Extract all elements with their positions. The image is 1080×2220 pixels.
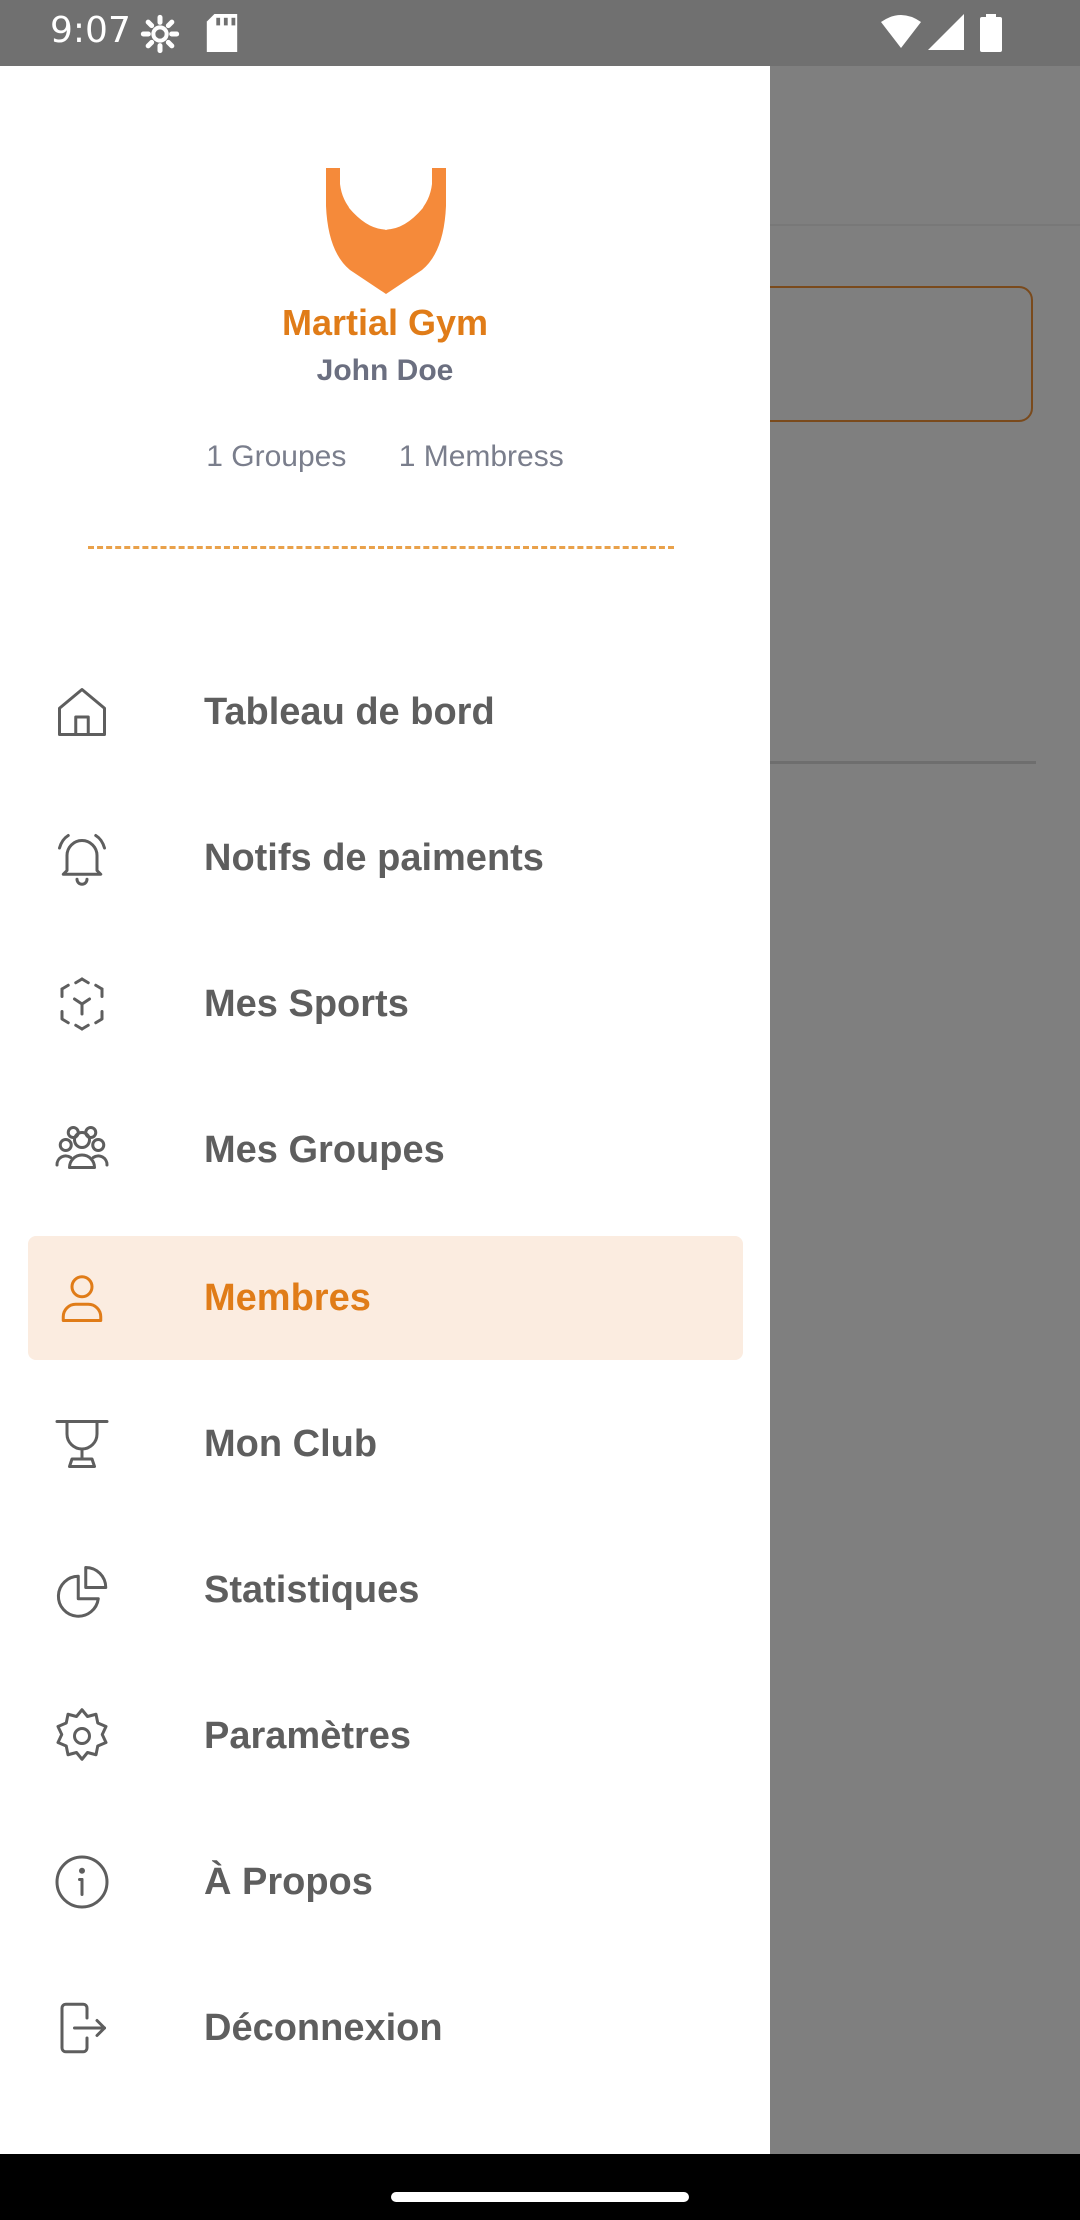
info-icon [55, 1855, 109, 1909]
home-icon [58, 688, 106, 736]
menu-label: Notifs de paiments [204, 837, 544, 879]
groups-count: 1 Groupes [206, 440, 347, 473]
menu-item-tableau-de-bord[interactable]: Tableau de bord [28, 650, 743, 774]
menu-label: Statistiques [204, 1569, 420, 1611]
navigation-drawer: Martial Gym John Doe 1 Groupes 1 Membres… [0, 66, 770, 2154]
club-stats: 1 Groupes 1 Membress [0, 440, 770, 474]
menu-item-mon-club[interactable]: Mon Club [28, 1382, 743, 1506]
menu-item-mes-groupes[interactable]: Mes Groupes [28, 1088, 743, 1212]
menu-item-membres[interactable]: Membres [28, 1236, 743, 1360]
trophy-icon [55, 1420, 109, 1468]
system-navigation-bar [0, 2154, 1080, 2220]
user-icon [61, 1275, 103, 1322]
menu-label: Membres [204, 1277, 371, 1319]
menu-item-notifs-de-paiments[interactable]: Notifs de paiments [28, 796, 743, 920]
menu-item-mes-sports[interactable]: Mes Sports [28, 942, 743, 1066]
background-divider [770, 761, 1036, 764]
menu-item-deconnexion[interactable]: Déconnexion [28, 1966, 743, 2090]
dashed-divider [88, 546, 674, 549]
battery-icon [980, 14, 1002, 52]
user-name: John Doe [316, 354, 454, 387]
groups-icon [55, 1126, 109, 1169]
menu-label: Tableau de bord [204, 691, 495, 733]
menu-label: Déconnexion [204, 2007, 443, 2049]
menu-item-a-propos[interactable]: À Propos [28, 1820, 743, 1944]
menu-label: Mes Groupes [204, 1129, 445, 1171]
bell-icon [58, 834, 106, 886]
cellular-signal-icon [928, 14, 964, 50]
menu-label: À Propos [204, 1861, 373, 1903]
background-card [740, 286, 1033, 422]
menu-item-statistiques[interactable]: Statistiques [28, 1528, 743, 1652]
menu-label: Mes Sports [204, 983, 409, 1025]
members-count: 1 Membress [398, 440, 564, 473]
menu-label: Mon Club [204, 1423, 378, 1465]
menu-label: Paramètres [204, 1715, 412, 1757]
wifi-icon [881, 15, 921, 48]
home-indicator[interactable] [391, 2192, 689, 2202]
sports-icon [60, 977, 104, 1031]
background-divider [770, 224, 1080, 226]
menu-item-parametres[interactable]: Paramètres [28, 1674, 743, 1798]
club-name: Martial Gym [281, 302, 489, 343]
settings-icon [140, 14, 180, 54]
status-time: 9:07 [50, 10, 131, 51]
gear-icon [56, 1708, 108, 1761]
status-bar: 9:07 [0, 0, 1080, 66]
sd-card-icon [206, 14, 238, 52]
martial-gym-logo [326, 168, 446, 294]
logout-icon [60, 2002, 106, 2054]
pie-chart-icon [56, 1566, 108, 1618]
